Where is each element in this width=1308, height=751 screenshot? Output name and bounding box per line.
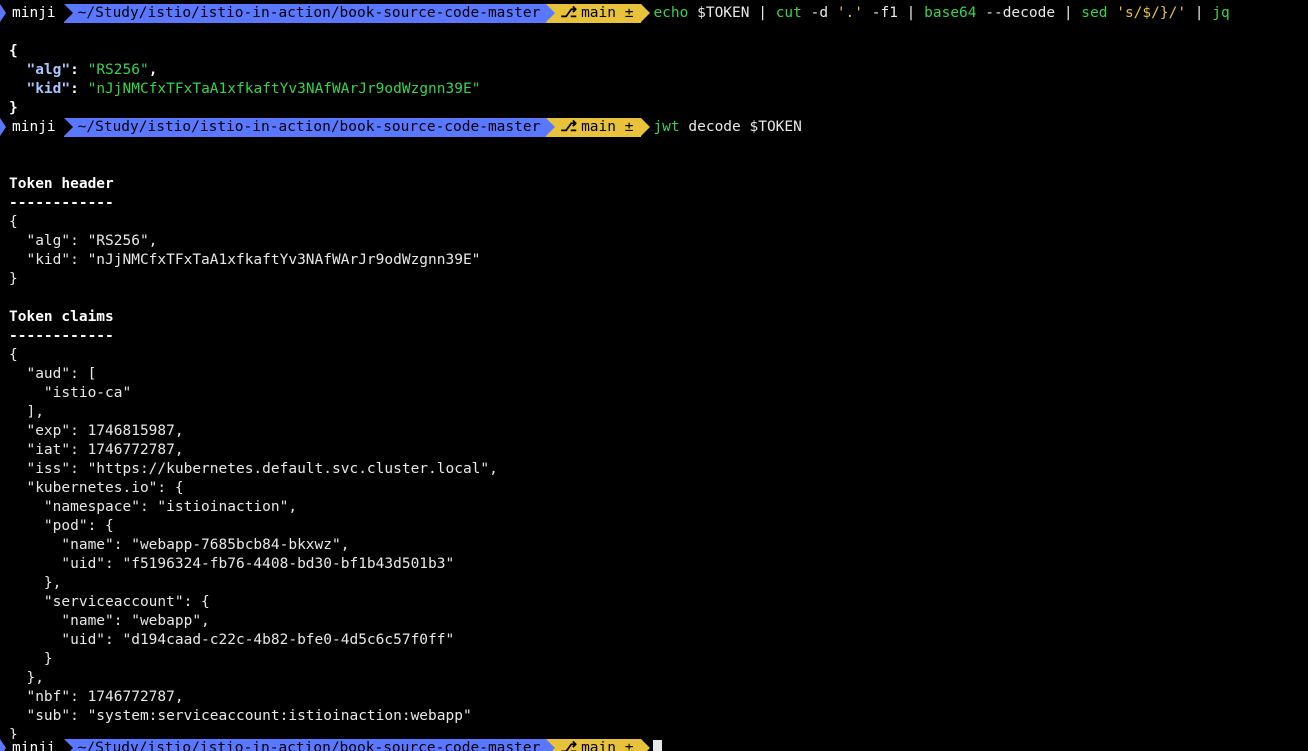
output-line: "uid": "f5196324-fb76-4408-bd30-bf1b43d5… [9, 556, 455, 572]
json-string: "RS256" [87, 62, 149, 78]
prompt-line-3: minji ~/Study/istio/istio-in-action/book… [0, 739, 663, 751]
cmd-echo: echo [653, 5, 689, 21]
prompt-git-segment: ⎇ main ± [546, 118, 642, 137]
cmd-quote: 's/$/}/' [1116, 5, 1187, 21]
prompt-end-arrow [641, 739, 653, 751]
output-line: "kid": "nJjNMCfxTFxTaA1xfkaftYv3NAfWArJr… [9, 252, 481, 268]
output-line: { [9, 347, 18, 363]
json-key: "alg" [26, 62, 71, 78]
output-line: "nbf": 1746772787, [9, 689, 184, 705]
token-header-body: { "alg": "RS256", "kid": "nJjNMCfxTFxTaA… [0, 213, 1308, 289]
cmd-text [1107, 5, 1116, 21]
prompt-end-arrow [641, 4, 653, 23]
jq-output-kid: "kid": "nJjNMCfxTFxTaA1xfkaftYv3NAfWArJr… [26, 81, 481, 97]
output-line: "alg": "RS256", [9, 233, 158, 249]
output-line: "aud": [ [9, 366, 97, 382]
prompt-git-segment: ⎇ main ± [546, 4, 642, 23]
token-claims-body: { "aud": [ "istio-ca" ], "exp": 17468159… [0, 346, 1308, 745]
cmd-sed: sed [1081, 5, 1108, 21]
output-line: { [9, 214, 18, 230]
prompt-directory: ~/Study/istio/istio-in-action/book-sourc… [63, 4, 547, 23]
token-claims-rule: ------------ [9, 328, 114, 344]
cmd-text: | [1186, 5, 1213, 21]
prompt-lead-arrow [0, 739, 9, 751]
cmd-text: $TOKEN | [688, 5, 776, 21]
git-branch-icon: ⎇ [560, 119, 578, 135]
prompt-line-2: minji ~/Study/istio/istio-in-action/book… [0, 118, 1308, 137]
cmd-jq: jq [1212, 5, 1230, 21]
cmd-text: decode $TOKEN [679, 119, 802, 135]
cmd-text: --decode | [976, 5, 1082, 21]
output-line: "serviceaccount": { [9, 594, 210, 610]
json-string: "nJjNMCfxTFxTaA1xfkaftYv3NAfWArJr9odWzgn… [87, 81, 481, 97]
output-line: ], [9, 404, 44, 420]
token-header-title: Token header [9, 176, 114, 192]
output-line: "namespace": "istioinaction", [9, 499, 298, 515]
prompt-user: minji [9, 4, 64, 23]
cmd-quote: '.' [836, 5, 864, 21]
prompt-user: minji [9, 739, 64, 751]
terminal-window[interactable]: minji ~/Study/istio/istio-in-action/book… [0, 0, 1308, 751]
output-line: "name": "webapp-7685bcb84-bkxwz", [9, 537, 350, 553]
command-1: echo $TOKEN | cut -d '.' -f1 | base64 --… [653, 4, 1229, 23]
cmd-text: -d [801, 5, 837, 21]
output-line: "uid": "d194caad-c22c-4b82-bfe0-4d5c6c57… [9, 632, 455, 648]
cmd-jwt: jwt [653, 119, 680, 135]
output-line: }, [9, 670, 44, 686]
output-line: "iss": "https://kubernetes.default.svc.c… [9, 461, 498, 477]
prompt-branch: main ± [581, 119, 634, 135]
output-line: "iat": 1746772787, [9, 442, 184, 458]
output-line: } [9, 651, 53, 667]
jq-output-open: { [9, 43, 18, 59]
output-line: "istio-ca" [9, 385, 132, 401]
prompt-user: minji [9, 118, 64, 137]
prompt-git-segment: ⎇ main ± [546, 739, 642, 751]
prompt-branch: main ± [581, 5, 634, 21]
jq-output-alg: "alg": "RS256", [26, 62, 158, 78]
output-line: "exp": 1746815987, [9, 423, 184, 439]
command-2: jwt decode $TOKEN [653, 118, 801, 137]
token-header-rule: ------------ [9, 195, 114, 211]
prompt-end-arrow [641, 118, 653, 137]
cmd-text: -f1 | [863, 5, 925, 21]
output-line: "pod": { [9, 518, 114, 534]
output-line: "kubernetes.io": { [9, 480, 184, 496]
output-line: "sub": "system:serviceaccount:istioinact… [9, 708, 472, 724]
prompt-lead-arrow [0, 4, 9, 23]
prompt-branch: main ± [581, 740, 634, 751]
token-claims-title: Token claims [9, 309, 114, 325]
json-key: "kid" [26, 81, 71, 97]
git-branch-icon: ⎇ [560, 740, 578, 751]
terminal-cursor[interactable] [653, 740, 663, 751]
prompt-lead-arrow [0, 118, 9, 137]
cmd-base64: base64 [924, 5, 977, 21]
output-line: "name": "webapp", [9, 613, 210, 629]
git-branch-icon: ⎇ [560, 5, 578, 21]
jq-output-close: } [9, 100, 18, 116]
prompt-directory: ~/Study/istio/istio-in-action/book-sourc… [63, 118, 547, 137]
output-line: }, [9, 575, 62, 591]
output-line: } [9, 271, 18, 287]
prompt-directory: ~/Study/istio/istio-in-action/book-sourc… [63, 739, 547, 751]
prompt-line-1: minji ~/Study/istio/istio-in-action/book… [0, 4, 1308, 23]
cmd-cut: cut [775, 5, 802, 21]
